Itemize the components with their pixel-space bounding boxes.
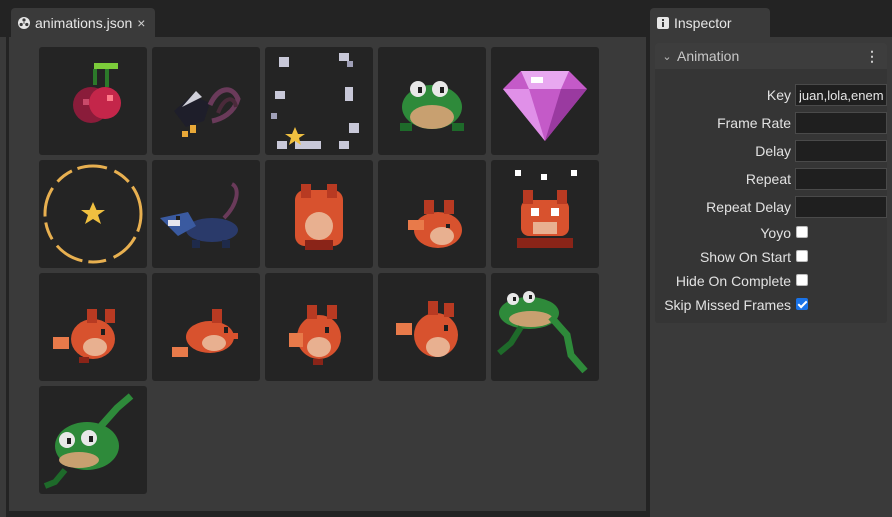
check-row-skip-missed-frames: Skip Missed Frames [655,294,887,316]
field-label: Delay [755,143,791,159]
sprite-fox-climb[interactable] [265,160,373,268]
check-row-hide-on-complete: Hide On Complete [655,270,887,292]
chevron-down-icon[interactable]: ⌄ [657,50,677,63]
section-title: Animation [677,48,740,64]
check-label: Show On Start [699,249,791,265]
field-label: Repeat Delay [706,199,791,215]
repeat-delay-input[interactable] [795,196,887,218]
animation-section: ⌄ Animation ⋮ Key Frame Rate Delay Repea… [655,43,887,323]
show-on-start-checkbox[interactable] [796,250,808,262]
check-label: Yoyo [760,225,791,241]
sprite-cherry[interactable] [39,47,147,155]
tab-title: animations.json [35,15,133,31]
field-row-repeat: Repeat [655,168,887,190]
field-row-repeat-delay: Repeat Delay [655,196,887,218]
section-header[interactable]: ⌄ Animation ⋮ [655,43,887,69]
sprite-star-ring[interactable] [39,160,147,268]
sprite-frog-jump[interactable] [491,273,599,381]
check-row-yoyo: Yoyo [655,222,887,244]
tab-animations-json[interactable]: animations.json × [11,8,155,38]
sprite-frog-fall[interactable] [39,386,147,494]
animations-panel [9,37,646,511]
frame-rate-input[interactable] [795,112,887,134]
repeat-input[interactable] [795,168,887,190]
field-row-delay: Delay [655,140,887,162]
sprite-fox-run[interactable] [152,273,260,381]
sprite-fox-idle-2[interactable] [265,273,373,381]
tab-title: Inspector [674,15,732,31]
sprite-sparkle-ring[interactable] [265,47,373,155]
field-label: Repeat [745,171,791,187]
check-label: Skip Missed Frames [664,297,791,313]
left-edge-panel [0,37,6,517]
skip-missed-frames-checkbox[interactable] [796,298,808,310]
hide-on-complete-checkbox[interactable] [796,274,808,286]
sprite-fox-jump[interactable] [378,273,486,381]
sprite-fox-hurt[interactable] [491,160,599,268]
sprite-gem[interactable] [491,47,599,155]
tab-inspector[interactable]: Inspector [650,8,770,38]
sprite-frog-idle[interactable] [378,47,486,155]
key-input[interactable] [795,84,887,106]
yoyo-checkbox[interactable] [796,226,808,238]
kebab-menu-icon[interactable]: ⋮ [865,48,879,65]
field-row-key: Key [655,84,887,106]
info-icon [656,16,670,30]
sprite-bat-swoop[interactable] [152,47,260,155]
delay-input[interactable] [795,140,887,162]
field-row-frame-rate: Frame Rate [655,112,887,134]
check-row-show-on-start: Show On Start [655,246,887,268]
inspector-panel: ⌄ Animation ⋮ Key Frame Rate Delay Repea… [650,37,892,517]
check-label: Hide On Complete [675,273,791,289]
field-label: Frame Rate [717,115,791,131]
sprite-fox-crouch[interactable] [378,160,486,268]
sprite-opossum[interactable] [152,160,260,268]
film-reel-icon [17,16,31,30]
field-label: Key [766,87,791,103]
close-icon[interactable]: × [137,15,145,31]
sprite-fox-idle-1[interactable] [39,273,147,381]
